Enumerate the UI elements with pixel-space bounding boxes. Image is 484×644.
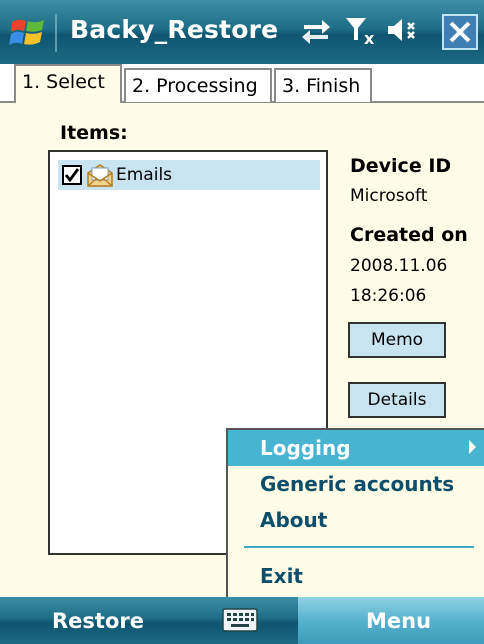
popup-menu: Logging Generic accounts About Exit [226, 428, 484, 598]
menu-item-generic-accounts-label: Generic accounts [260, 472, 455, 496]
list-item-label: Emails [116, 165, 173, 185]
checkmark-icon [64, 168, 80, 183]
tab-finish-label: 3. Finish [282, 75, 361, 97]
menu-item-generic-accounts[interactable]: Generic accounts [228, 466, 484, 502]
details-button-label: Details [367, 390, 427, 410]
memo-button[interactable]: Memo [348, 322, 446, 358]
close-icon [449, 21, 471, 43]
menu-item-about-label: About [260, 508, 328, 532]
menu-softkey[interactable]: Menu [366, 609, 431, 633]
windows-start-icon[interactable] [8, 14, 48, 52]
created-time: 18:26:06 [350, 286, 427, 306]
menu-item-exit[interactable]: Exit [228, 558, 484, 594]
memo-button-label: Memo [370, 330, 424, 350]
tab-processing-label: 2. Processing [132, 75, 258, 97]
menu-item-exit-label: Exit [260, 564, 303, 588]
email-icon [87, 164, 113, 187]
keyboard-icon[interactable] [222, 608, 258, 632]
menu-item-about[interactable]: About [228, 502, 484, 538]
details-button[interactable]: Details [348, 382, 446, 418]
device-id-label: Device ID [350, 155, 452, 177]
volume-muted-icon[interactable] [384, 15, 422, 49]
restore-softkey[interactable]: Restore [52, 609, 144, 633]
submenu-arrow-icon [469, 440, 476, 454]
window-title: Backy_Restore [70, 15, 279, 44]
menu-item-logging-label: Logging [260, 436, 351, 460]
menu-separator [244, 546, 474, 548]
close-button[interactable] [442, 14, 478, 50]
list-item-emails[interactable]: Emails [58, 160, 320, 190]
items-label: Items: [60, 122, 128, 144]
no-signal-icon[interactable]: x [344, 14, 380, 50]
title-separator [55, 14, 57, 52]
tab-finish[interactable]: 3. Finish [274, 68, 372, 102]
connectivity-icon[interactable] [298, 15, 334, 49]
created-date: 2008.11.06 [350, 256, 448, 276]
tab-processing[interactable]: 2. Processing [124, 68, 272, 102]
emails-checkbox[interactable] [62, 165, 82, 185]
menu-item-logging[interactable]: Logging [228, 430, 484, 466]
status-icons: x [298, 14, 422, 50]
device-id-value: Microsoft [350, 186, 428, 206]
tab-select[interactable]: 1. Select [14, 64, 122, 104]
tab-select-label: 1. Select [22, 71, 105, 93]
svg-text:x: x [364, 29, 375, 46]
created-on-label: Created on [350, 224, 468, 246]
